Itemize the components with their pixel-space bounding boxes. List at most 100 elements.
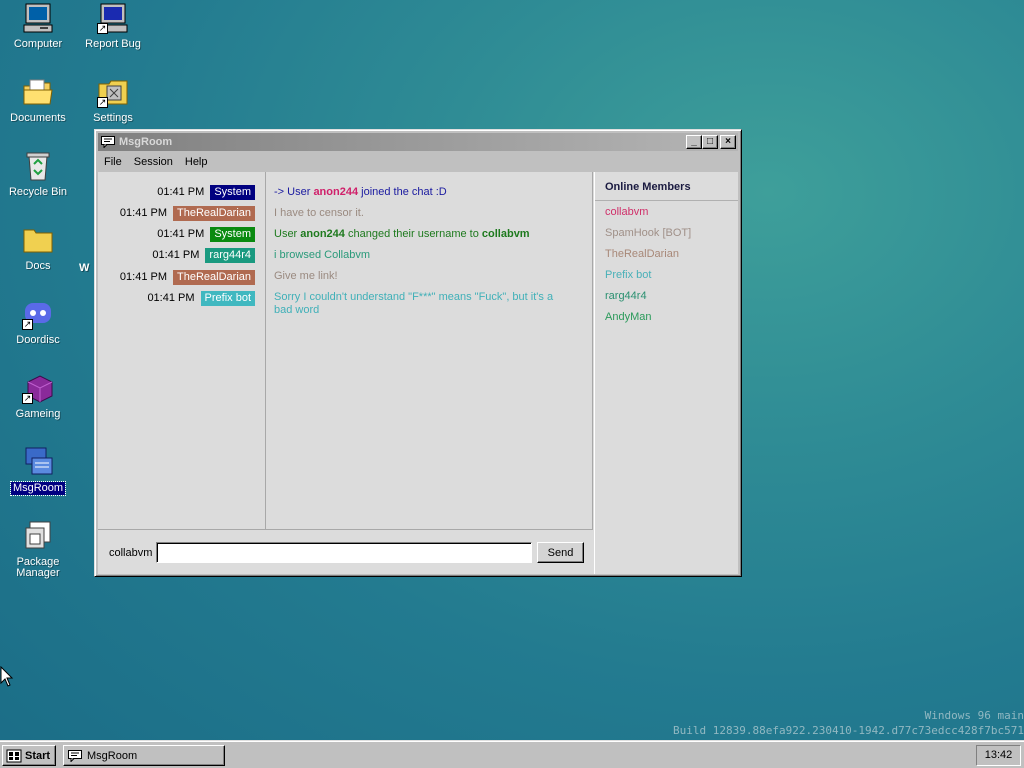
message-username-mention: anon244 (313, 186, 359, 198)
message-meta: 01:41 PM rarg44r4 (152, 247, 255, 263)
message-meta: 01:41 PM System (157, 226, 255, 242)
chat-message: User anon244 changed their username to c… (274, 228, 574, 241)
username-badge[interactable]: TheRealDarian (173, 269, 255, 285)
menu-bar: File Session Help (98, 152, 738, 171)
member-item[interactable]: collabvm (595, 202, 738, 223)
recycle-bin-icon (22, 150, 54, 182)
message-text: joined the chat :D (358, 186, 447, 198)
desktop-icon-doordisc[interactable]: ↗ Doordisc (2, 298, 74, 347)
desktop-icon-settings[interactable]: ↗ Settings (77, 76, 149, 125)
username-badge[interactable]: Prefix bot (200, 290, 255, 306)
message-text: changed their username to (344, 228, 482, 240)
window-client-area: 01:41 PM System 01:41 PM TheRealDarian 01:41… (98, 172, 738, 574)
message-timestamp: 01:41 PM (152, 249, 200, 261)
message-meta: 01:41 PM TheRealDarian (120, 205, 255, 221)
build-watermark: Windows 96 main Build 12839.88efa922.230… (604, 708, 1024, 738)
desktop-icon-partial[interactable]: W (77, 262, 91, 275)
doordisc-icon: ↗ (22, 298, 54, 330)
desktop-icon-recycle-bin[interactable]: Recycle Bin (2, 150, 74, 199)
start-button[interactable]: Start (2, 745, 56, 766)
message-meta: 01:41 PM System (157, 184, 255, 200)
taskbar: Start MsgRoom 13:42 (0, 740, 1024, 768)
mouse-cursor-icon (0, 665, 14, 688)
minimize-button[interactable]: _ (686, 135, 702, 149)
desktop-icon-label: MsgRoom (9, 481, 67, 496)
msgroom-icon (22, 446, 54, 478)
message-input[interactable] (156, 542, 532, 563)
desktop-icon-report-bug[interactable]: ↗ Report Bug (77, 2, 149, 51)
desktop-icon-msgroom[interactable]: MsgRoom (2, 446, 74, 496)
member-item[interactable]: AndyMan (595, 307, 738, 328)
chat-message: I have to censor it. (274, 207, 574, 220)
message-meta-column: 01:41 PM System 01:41 PM TheRealDarian 01:41… (98, 172, 266, 530)
member-item[interactable]: TheRealDarian (595, 244, 738, 265)
member-item[interactable]: Prefix bot (595, 265, 738, 286)
members-title: Online Members (595, 172, 738, 201)
desktop-icon-package-manager[interactable]: Package Manager (2, 520, 74, 580)
message-text: User (274, 228, 301, 240)
shortcut-arrow-icon: ↗ (97, 97, 108, 108)
desktop-icon-label: Doordisc (16, 334, 60, 346)
send-button[interactable]: Send (537, 542, 584, 563)
message-username-mention: collabvm (481, 228, 530, 240)
start-logo-icon (6, 749, 22, 763)
shortcut-arrow-icon: ↗ (97, 23, 108, 34)
desktop-icon-gameing[interactable]: ↗ Gameing (2, 372, 74, 421)
minimize-icon: _ (691, 136, 697, 147)
close-button[interactable]: × (720, 135, 736, 149)
desktop-icon-label: Settings (93, 112, 133, 124)
member-item[interactable]: SpamHook [BOT] (595, 223, 738, 244)
menu-help[interactable]: Help (179, 156, 214, 168)
username-badge[interactable]: TheRealDarian (173, 205, 255, 221)
username-badge[interactable]: rarg44r4 (205, 247, 255, 263)
settings-icon: ↗ (97, 76, 129, 108)
chat-bubble-icon (68, 749, 82, 763)
message-input-row: collabvm Send (98, 532, 593, 574)
online-members-panel: Online Members collabvm SpamHook [BOT] The… (594, 172, 738, 574)
watermark-line: Build 12839.88efa922.230410-1942.d77c73e… (673, 724, 1024, 737)
message-timestamp: 01:41 PM (147, 292, 195, 304)
documents-folder-icon (22, 76, 54, 108)
username-badge[interactable]: System (210, 226, 255, 242)
desktop-icon-label: Package Manager (16, 556, 60, 579)
report-bug-icon: ↗ (97, 2, 129, 34)
maximize-icon: □ (706, 136, 714, 147)
member-item[interactable]: rarg44r4 (595, 286, 738, 307)
message-text: I have to censor it. (274, 207, 364, 219)
member-list: collabvm SpamHook [BOT] TheRealDarian Prefi… (595, 201, 738, 328)
message-text: Sorry I couldn't understand "F***" means… (274, 291, 554, 316)
desktop-icon-label: W (79, 262, 90, 274)
username-badge[interactable]: System (210, 184, 255, 200)
desktop-icon-docs[interactable]: Docs (2, 224, 74, 273)
system-tray-clock[interactable]: 13:42 (976, 745, 1021, 766)
maximize-button[interactable]: □ (702, 135, 718, 149)
chat-message: i browsed Collabvm (274, 249, 574, 262)
msgroom-window[interactable]: MsgRoom _ □ × File Session Help 01:41 PM… (94, 129, 742, 577)
message-timestamp: 01:41 PM (157, 228, 205, 240)
chat-message: -> User anon244 joined the chat :D (274, 186, 574, 199)
message-timestamp: 01:41 PM (119, 207, 168, 219)
chat-message: Give me link! (274, 270, 574, 283)
menu-session[interactable]: Session (128, 156, 179, 168)
title-bar[interactable]: MsgRoom _ □ × (98, 133, 738, 151)
desktop-icon-computer[interactable]: Computer (2, 2, 74, 51)
desktop-icon-label: Report Bug (85, 38, 141, 50)
close-icon: × (725, 136, 731, 147)
watermark-line: Windows 96 main (924, 709, 1024, 722)
desktop-icon-label: Gameing (15, 408, 61, 420)
chat-bubble-icon (101, 136, 115, 149)
shortcut-arrow-icon: ↗ (22, 319, 33, 330)
chat-area[interactable]: 01:41 PM System 01:41 PM TheRealDarian 01:41… (98, 172, 593, 530)
desktop-icon-label: Documents (10, 112, 66, 124)
desktop-icon-label: Docs (25, 260, 51, 272)
taskbar-item-msgroom[interactable]: MsgRoom (63, 745, 225, 766)
computer-icon (22, 2, 54, 34)
gameing-icon: ↗ (22, 372, 54, 404)
message-text: -> User (274, 186, 314, 198)
message-text: Give me link! (274, 270, 338, 282)
desktop-icon-documents[interactable]: Documents (2, 76, 74, 125)
message-text: i browsed Collabvm (274, 249, 370, 261)
desktop-icon-label: Recycle Bin (8, 186, 68, 198)
menu-file[interactable]: File (98, 156, 128, 168)
current-username: collabvm (109, 547, 153, 559)
